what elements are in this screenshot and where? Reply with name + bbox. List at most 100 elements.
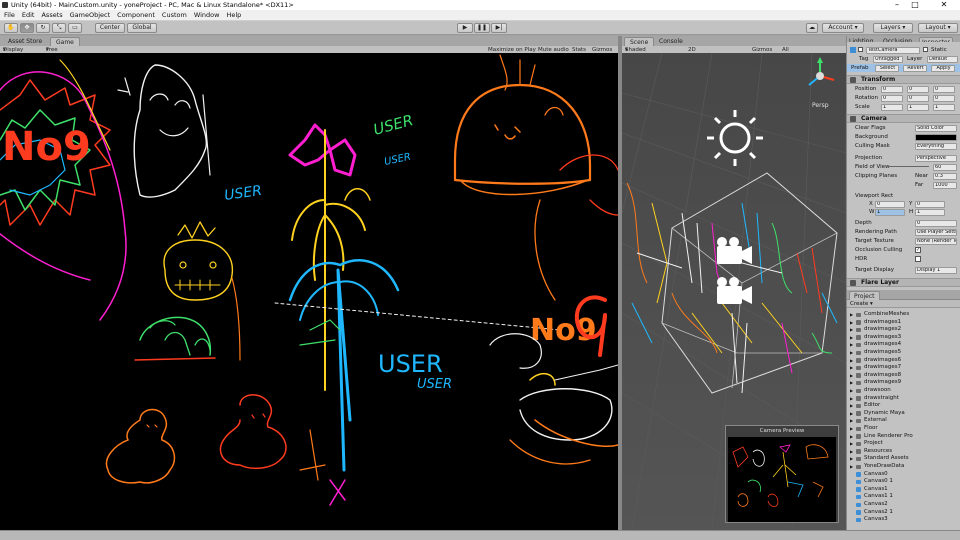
expand-arrow-icon[interactable]: ▶ [850, 425, 853, 433]
menu-file[interactable]: File [1, 10, 18, 21]
hdr-checkbox[interactable] [915, 256, 921, 262]
project-folder-item[interactable]: ▶ drawimages8 [847, 372, 960, 380]
viewport-y-field[interactable]: 0 [915, 200, 945, 208]
expand-arrow-icon[interactable]: ▶ [850, 448, 853, 456]
hand-tool-button[interactable]: ✋ [4, 23, 18, 33]
rotate-tool-button[interactable]: ↻ [36, 23, 50, 33]
scale-z-field[interactable]: 1 [933, 103, 955, 111]
project-folder-item[interactable]: ▶ drawimages4 [847, 341, 960, 349]
project-folder-item[interactable]: ▶ drawimages1 [847, 319, 960, 327]
expand-arrow-icon[interactable]: ▶ [850, 341, 853, 349]
expand-arrow-icon[interactable]: ▶ [850, 387, 853, 395]
game-view-canvas[interactable]: No9 USER USER USER USER USER No9 [0, 53, 618, 530]
project-folder-item[interactable]: ▶ Resources [847, 448, 960, 456]
layout-dropdown[interactable]: Layout ▾ [918, 23, 958, 33]
scene-view-canvas[interactable]: Persp Camera Preview [622, 53, 846, 530]
prefab-apply-button[interactable]: Apply [931, 64, 955, 72]
scale-x-field[interactable]: 1 [881, 103, 903, 111]
culling-mask-dropdown[interactable]: Everything [915, 142, 957, 150]
tag-dropdown[interactable]: Untagged [873, 55, 903, 63]
expand-arrow-icon[interactable]: ▶ [850, 372, 853, 380]
persp-label[interactable]: Persp [812, 102, 829, 109]
project-folder-item[interactable]: ▶ Project [847, 440, 960, 448]
static-checkbox[interactable] [923, 47, 928, 52]
prefab-revert-button[interactable]: Revert [903, 64, 927, 72]
expand-arrow-icon[interactable]: ▶ [850, 379, 853, 387]
account-dropdown[interactable]: Account ▾ [822, 23, 864, 33]
rendering-path-dropdown[interactable]: Use Player Settings [915, 228, 957, 236]
prefab-select-button[interactable]: Select [875, 64, 899, 72]
rotation-y-field[interactable]: 0 [907, 94, 929, 102]
rect-tool-button[interactable]: ▭ [68, 23, 82, 33]
project-folder-item[interactable]: ▶ Floor [847, 425, 960, 433]
expand-arrow-icon[interactable]: ▶ [850, 440, 853, 448]
fov-field[interactable]: 60 [933, 163, 957, 171]
menu-assets[interactable]: Assets [38, 10, 65, 21]
target-display-dropdown[interactable]: Display 1 [915, 266, 957, 274]
expand-arrow-icon[interactable]: ▶ [850, 417, 853, 425]
depth-field[interactable]: 0 [915, 219, 957, 227]
expand-arrow-icon[interactable]: ▶ [850, 402, 853, 410]
menu-help[interactable]: Help [223, 10, 244, 21]
rotation-x-field[interactable]: 0 [881, 94, 903, 102]
create-dropdown[interactable]: Create [850, 301, 868, 307]
layers-dropdown[interactable]: Layers ▾ [873, 23, 913, 33]
project-asset-item[interactable]: Canvas2 1 [847, 509, 960, 517]
expand-arrow-icon[interactable]: ▶ [850, 349, 853, 357]
background-color-swatch[interactable] [915, 133, 957, 141]
occlusion-culling-checkbox[interactable]: ✓ [915, 247, 921, 253]
project-folder-item[interactable]: ▶ drawimages9 [847, 379, 960, 387]
project-folder-item[interactable]: ▶ CombineMeshes [847, 311, 960, 319]
project-asset-item[interactable]: Canvas1 [847, 486, 960, 494]
collab-cloud-button[interactable]: ☁ [806, 23, 818, 33]
scale-y-field[interactable]: 1 [907, 103, 929, 111]
near-clip-field[interactable]: 0.3 [933, 172, 957, 180]
close-button[interactable]: ✕ [930, 0, 958, 10]
project-asset-item[interactable]: Canvas3 [847, 516, 960, 524]
project-asset-item[interactable]: Canvas0 1 [847, 478, 960, 486]
maximize-button[interactable]: □ [906, 0, 924, 10]
project-folder-item[interactable]: ▶ Dynamic Maya [847, 410, 960, 418]
expand-arrow-icon[interactable]: ▶ [850, 463, 853, 471]
expand-arrow-icon[interactable]: ▶ [850, 455, 853, 463]
far-clip-field[interactable]: 1000 [933, 181, 957, 189]
menu-gameobject[interactable]: GameObject [67, 10, 114, 21]
minimize-button[interactable]: – [888, 0, 906, 10]
position-y-field[interactable]: 0 [907, 85, 929, 93]
pivot-center-button[interactable]: Center [95, 23, 125, 33]
menu-window[interactable]: Window [191, 10, 223, 21]
project-folder-item[interactable]: ▶ drawimages7 [847, 364, 960, 372]
project-folder-item[interactable]: ▶ drawsoon [847, 387, 960, 395]
flare-layer-component-header[interactable]: Flare Layer [847, 278, 960, 287]
active-checkbox[interactable] [858, 47, 863, 52]
clear-flags-dropdown[interactable]: Solid Color [915, 124, 957, 132]
project-folder-item[interactable]: ▶ Editor [847, 402, 960, 410]
project-asset-item[interactable]: Canvas1 1 [847, 493, 960, 501]
expand-arrow-icon[interactable]: ▶ [850, 357, 853, 365]
step-button[interactable]: ▶| [491, 23, 507, 33]
project-folder-item[interactable]: ▶ drawimages5 [847, 349, 960, 357]
project-asset-item[interactable]: Canvas2 [847, 501, 960, 509]
menu-edit[interactable]: Edit [19, 10, 38, 21]
project-folder-item[interactable]: ▶ Line Renderer Pro [847, 433, 960, 441]
layer-dropdown[interactable]: Default [927, 55, 958, 63]
project-folder-item[interactable]: ▶ YoneDrawData [847, 463, 960, 471]
pause-button[interactable]: ❚❚ [474, 23, 490, 33]
object-name-field[interactable]: TestCamera [866, 46, 920, 54]
fov-slider[interactable] [889, 166, 929, 167]
project-folder-item[interactable]: ▶ drawimages6 [847, 357, 960, 365]
viewport-x-field[interactable]: 0 [875, 200, 905, 208]
position-x-field[interactable]: 0 [881, 85, 903, 93]
project-folder-item[interactable]: ▶ External [847, 417, 960, 425]
project-folder-item[interactable]: ▶ drawstraight [847, 395, 960, 403]
transform-component-header[interactable]: Transform [847, 75, 960, 84]
camera-component-header[interactable]: Camera [847, 114, 960, 123]
viewport-w-field[interactable]: 1 [875, 208, 905, 216]
viewport-h-field[interactable]: 1 [915, 208, 945, 216]
menu-component[interactable]: Component [114, 10, 158, 21]
project-folder-item[interactable]: ▶ drawimages3 [847, 334, 960, 342]
pivot-global-button[interactable]: Global [127, 23, 157, 33]
expand-arrow-icon[interactable]: ▶ [850, 311, 853, 319]
expand-arrow-icon[interactable]: ▶ [850, 334, 853, 342]
expand-arrow-icon[interactable]: ▶ [850, 364, 853, 372]
